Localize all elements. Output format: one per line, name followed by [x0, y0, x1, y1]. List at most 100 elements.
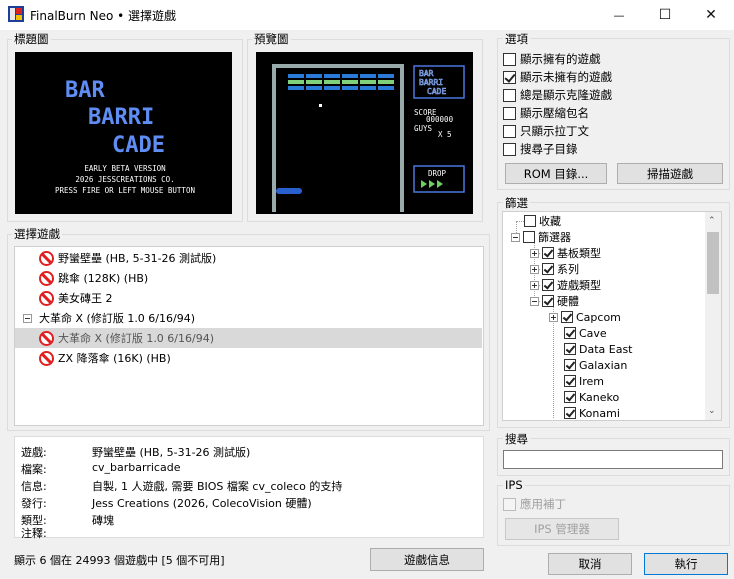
filter-checkbox[interactable] — [523, 231, 535, 243]
filter-checkbox[interactable] — [564, 359, 576, 371]
filter-checkbox[interactable] — [542, 263, 554, 275]
preview-guys-value: X 5 — [438, 130, 452, 139]
option-checkbox[interactable] — [503, 88, 516, 102]
search-input[interactable] — [503, 450, 723, 469]
preview-logo-line-3: CADE — [427, 87, 446, 96]
game-list[interactable]: 野蠻壁壘 (HB, 5-31-26 測試版) 跳傘 (128K) (HB) 美女… — [14, 246, 484, 426]
filter-item-capcom[interactable]: Capcom — [549, 309, 621, 325]
filter-item-data-east[interactable]: Data East — [564, 341, 633, 357]
expand-icon[interactable] — [530, 280, 539, 290]
apply-patch-label: 應用補丁 — [520, 497, 566, 511]
game-title: 跳傘 (128K) (HB) — [58, 272, 149, 285]
cancel-button[interactable]: 取消 — [548, 553, 632, 575]
maximize-icon: ☐ — [658, 7, 672, 23]
game-row[interactable]: 野蠻壁壘 (HB, 5-31-26 測試版) — [15, 248, 482, 268]
filter-item-series[interactable]: 系列 — [530, 261, 579, 277]
filter-checkbox[interactable] — [564, 375, 576, 387]
filter-checkbox[interactable] — [564, 327, 576, 339]
option-checkbox[interactable] — [503, 142, 516, 156]
info-value-publisher: Jess Creations (2026, ColecoVision 硬體) — [92, 497, 312, 510]
filter-item-irem[interactable]: Irem — [564, 373, 604, 389]
filter-checkbox[interactable] — [542, 295, 554, 307]
unavailable-icon — [39, 350, 54, 366]
info-label-publisher: 發行: — [21, 497, 47, 510]
option-show-owned[interactable]: 顯示擁有的遊戲 — [503, 51, 601, 67]
scroll-up-icon[interactable]: ⌃ — [708, 216, 716, 226]
info-value-game: 野蠻壁壘 (HB, 5-31-26 測試版) — [92, 446, 251, 459]
game-title: 美女磚王 2 — [58, 292, 113, 305]
option-search-subdirs[interactable]: 搜尋子目錄 — [503, 141, 578, 157]
filter-item-konami[interactable]: Konami — [564, 405, 620, 420]
title-screen-art: BAR BARRI CADE EARLY BETA VERSION 2026 J… — [55, 78, 195, 195]
game-row-parent[interactable]: 大革命 X (修訂版 1.0 6/16/94) — [15, 308, 482, 328]
filter-item-board-type[interactable]: 基板類型 — [530, 245, 601, 261]
option-checkbox[interactable] — [503, 70, 516, 84]
filter-item-cave[interactable]: Cave — [564, 325, 607, 341]
info-label-game: 遊戲: — [21, 446, 47, 459]
filter-item-galaxian[interactable]: Galaxian — [564, 357, 627, 373]
rom-dirs-button[interactable]: ROM 目錄... — [505, 163, 607, 184]
preview-art: BAR BARRI CADE SCORE 000000 GUYS X 5 DRO… — [272, 64, 465, 212]
scroll-down-icon[interactable]: ⌄ — [708, 406, 716, 416]
filter-checkbox[interactable] — [564, 407, 576, 419]
option-latin-only[interactable]: 只顯示拉丁文 — [503, 123, 589, 139]
game-info-button[interactable]: 遊戲信息 — [370, 548, 484, 571]
preview-logo-line-1: BAR — [419, 69, 434, 78]
filter-item-label: 篩選器 — [538, 231, 571, 244]
option-show-clones[interactable]: 總是顯示克隆遊戲 — [503, 87, 612, 103]
option-label: 顯示未擁有的遊戲 — [520, 70, 612, 84]
option-checkbox[interactable] — [503, 106, 516, 120]
filter-checkbox[interactable] — [561, 311, 573, 323]
collapse-icon[interactable] — [511, 232, 520, 242]
filter-item-hardware[interactable]: 硬體 — [530, 293, 579, 309]
maximize-button[interactable]: ☐ — [642, 0, 688, 30]
collapse-icon[interactable] — [530, 296, 539, 306]
filter-checkbox[interactable] — [542, 279, 554, 291]
filter-label: 篩選 — [503, 195, 530, 211]
filter-checkbox[interactable] — [524, 215, 536, 227]
preview-label: 預覽圖 — [252, 31, 291, 47]
filter-checkbox[interactable] — [564, 391, 576, 403]
title-line-2: 2026 JESSCREATIONS CO. — [75, 175, 174, 184]
filter-item-kaneko[interactable]: Kaneko — [564, 389, 619, 405]
filter-item-filters[interactable]: 篩選器 — [511, 229, 571, 245]
title-line-1: EARLY BETA VERSION — [84, 164, 165, 173]
game-row[interactable]: ZX 降落傘 (16K) (HB) — [15, 348, 482, 368]
filter-item-label: Kaneko — [579, 390, 620, 404]
close-button[interactable]: ✕ — [688, 0, 734, 30]
game-info-panel: 遊戲: 野蠻壁壘 (HB, 5-31-26 測試版) 檔案: cv_barbar… — [14, 436, 484, 540]
minimize-button[interactable]: — — [596, 0, 642, 30]
scrollbar-thumb[interactable] — [707, 232, 719, 294]
option-checkbox[interactable] — [503, 124, 516, 138]
option-show-zipnames[interactable]: 顯示壓縮包名 — [503, 105, 589, 121]
expand-icon[interactable] — [530, 248, 539, 258]
filter-item-label: 系列 — [557, 263, 579, 276]
apply-patch-checkbox[interactable] — [503, 497, 516, 511]
filter-scrollbar[interactable]: ⌃ ⌄ — [705, 212, 721, 420]
title-screen-image: BAR BARRI CADE EARLY BETA VERSION 2026 J… — [15, 52, 232, 214]
filter-item-label: Data East — [579, 342, 633, 356]
game-title: 野蠻壁壘 (HB, 5-31-26 測試版) — [58, 252, 217, 265]
filter-checkbox[interactable] — [564, 343, 576, 355]
game-row[interactable]: 跳傘 (128K) (HB) — [15, 268, 482, 288]
scan-games-button[interactable]: 掃描遊戲 — [617, 163, 723, 184]
ok-button[interactable]: 執行 — [644, 553, 728, 575]
filter-item-genre[interactable]: 遊戲類型 — [530, 277, 601, 293]
title-line-3: PRESS FIRE OR LEFT MOUSE BUTTON — [55, 186, 195, 195]
collapse-icon[interactable] — [23, 313, 32, 323]
expand-icon[interactable] — [549, 312, 558, 322]
game-row[interactable]: 美女磚王 2 — [15, 288, 482, 308]
filter-checkbox[interactable] — [542, 247, 554, 259]
unavailable-icon — [39, 250, 54, 266]
option-show-unowned[interactable]: 顯示未擁有的遊戲 — [503, 69, 612, 85]
ips-manager-button[interactable]: IPS 管理器 — [505, 518, 619, 540]
title-logo-line-3: CADE — [112, 133, 165, 158]
close-icon: ✕ — [705, 7, 717, 23]
filter-tree[interactable]: 收藏 篩選器 基板類型 系列 遊戲類型 硬體 Capcom Cave Data … — [502, 211, 722, 421]
filter-item-label: 硬體 — [557, 295, 579, 308]
expand-icon[interactable] — [530, 264, 539, 274]
game-row-selected[interactable]: 大革命 X (修訂版 1.0 6/16/94) — [15, 328, 482, 348]
apply-patch-option[interactable]: 應用補丁 — [503, 496, 566, 512]
option-checkbox[interactable] — [503, 52, 516, 66]
filter-item-favorites[interactable]: 收藏 — [524, 213, 561, 229]
